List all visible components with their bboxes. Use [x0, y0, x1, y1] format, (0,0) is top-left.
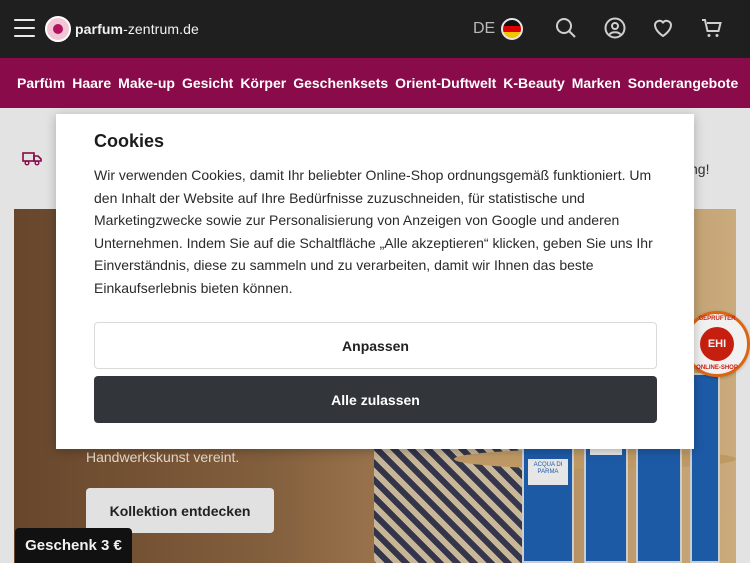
- heart-icon[interactable]: [651, 16, 675, 40]
- nav-item-orient-duftwelt[interactable]: Orient-Duftwelt: [395, 75, 496, 91]
- nav-item-parfum[interactable]: Parfüm: [17, 75, 65, 91]
- language-label: DE: [473, 20, 496, 37]
- search-icon[interactable]: [554, 16, 578, 40]
- site-logo[interactable]: parfum-zentrum.de: [45, 16, 199, 42]
- cookie-dialog-text: Wir verwenden Cookies, damit Ihr beliebt…: [94, 167, 653, 296]
- german-flag-icon: [501, 18, 524, 40]
- nav-item-koerper[interactable]: Körper: [240, 75, 286, 91]
- logo-text: parfum-zentrum.de: [75, 21, 199, 37]
- cart-icon[interactable]: [700, 16, 724, 40]
- top-header: parfum-zentrum.de DE: [0, 0, 750, 58]
- category-nav: Parfüm Haare Make-up Gesicht Körper Gesc…: [0, 58, 750, 108]
- nav-item-marken[interactable]: Marken: [572, 75, 621, 91]
- nav-item-sonderangebote[interactable]: Sonderangebote: [628, 75, 738, 91]
- account-icon[interactable]: [603, 16, 627, 40]
- nav-item-make-up[interactable]: Make-up: [118, 75, 175, 91]
- cookie-consent-dialog: Cookies Wir verwenden Cookies, damit Ihr…: [56, 114, 694, 449]
- language-selector[interactable]: DE: [473, 18, 524, 40]
- nav-item-k-beauty[interactable]: K-Beauty: [503, 75, 564, 91]
- nav-item-gesicht[interactable]: Gesicht: [182, 75, 233, 91]
- nav-item-haare[interactable]: Haare: [72, 75, 111, 91]
- nav-item-geschenksets[interactable]: Geschenksets: [293, 75, 388, 91]
- customize-cookies-button[interactable]: Anpassen: [94, 322, 657, 369]
- logo-icon: [45, 16, 71, 42]
- accept-all-cookies-button[interactable]: Alle zulassen: [94, 376, 657, 423]
- cookie-dialog-title: Cookies: [94, 131, 165, 151]
- menu-icon[interactable]: [14, 19, 35, 37]
